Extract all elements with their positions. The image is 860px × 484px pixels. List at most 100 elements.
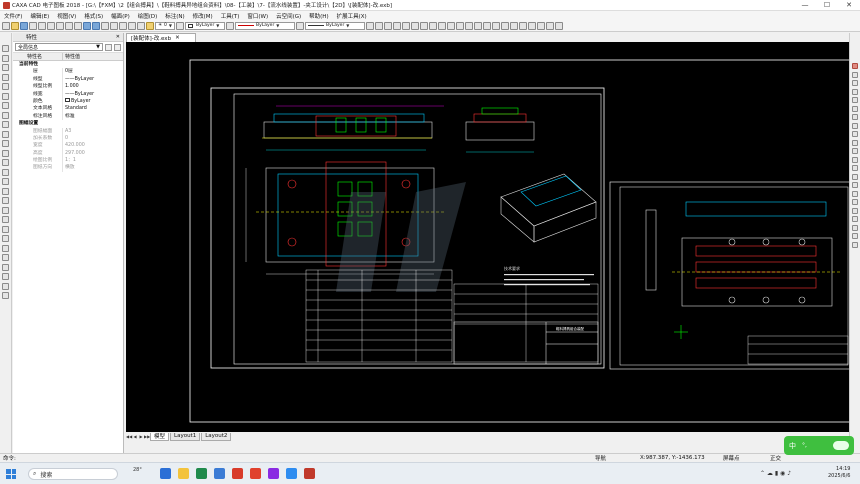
spline-icon[interactable]: [2, 102, 9, 109]
break-tool-icon[interactable]: [2, 282, 9, 290]
color-select[interactable]: ByLayer ▼: [185, 21, 225, 30]
zoom-window-icon[interactable]: [110, 21, 118, 30]
command-prompt[interactable]: 命令:: [3, 454, 16, 462]
centerline-icon[interactable]: [2, 92, 9, 100]
menu-modify[interactable]: 修改(M): [189, 12, 217, 20]
select-objects-icon[interactable]: [114, 43, 121, 51]
menu-draw[interactable]: 绘图(D): [134, 12, 162, 20]
menu-view[interactable]: 视图(V): [53, 12, 80, 20]
property-value[interactable]: Standard: [63, 105, 123, 112]
angle-dim-icon[interactable]: [438, 21, 446, 30]
menu-tools[interactable]: 工具(T): [217, 12, 244, 20]
ortho-mode[interactable]: 正交: [770, 454, 781, 462]
property-value[interactable]: 标准: [63, 113, 123, 120]
property-value[interactable]: A3: [63, 128, 123, 135]
open-file-icon[interactable]: [11, 21, 19, 30]
scale-tool-icon[interactable]: [852, 114, 858, 120]
save-icon[interactable]: [20, 21, 28, 30]
erase-icon[interactable]: [2, 292, 9, 299]
extend-tool-icon[interactable]: [852, 131, 858, 137]
layer-select[interactable]: ☀ 0 ▼: [155, 21, 175, 30]
copy-icon[interactable]: [56, 21, 64, 30]
ole-object-icon[interactable]: [555, 21, 563, 30]
edit-text-icon[interactable]: [852, 207, 858, 214]
menu-window[interactable]: 窗口(W): [243, 12, 272, 20]
tolerance-icon[interactable]: [492, 21, 500, 30]
title-block-icon[interactable]: [420, 21, 428, 30]
dim-style-icon[interactable]: [375, 21, 383, 30]
taskbar-app-folder-icon[interactable]: [178, 468, 189, 479]
mirror-icon[interactable]: [2, 149, 9, 157]
tab-model[interactable]: 模型: [150, 432, 170, 441]
menu-extensions[interactable]: 扩展工具(X): [333, 12, 371, 20]
polygon-icon[interactable]: [2, 130, 9, 138]
taskbar-clock[interactable]: 14:19 2025/6/6: [828, 466, 850, 480]
property-value[interactable]: ——ByLayer: [63, 76, 123, 83]
frame-icon[interactable]: [411, 21, 419, 30]
weather-widget[interactable]: 28°: [133, 467, 142, 473]
array-icon[interactable]: [2, 197, 9, 204]
block-icon[interactable]: [537, 21, 545, 30]
property-value[interactable]: 横放: [63, 164, 123, 171]
trim-tool-icon[interactable]: [852, 122, 858, 129]
offset-icon[interactable]: [2, 140, 9, 147]
zoom-all-icon[interactable]: [119, 21, 127, 30]
taskbar-app-explorer-icon[interactable]: [160, 468, 171, 479]
snap-mode[interactable]: 屏幕点: [723, 454, 740, 462]
nav-mode[interactable]: 导航: [595, 454, 606, 462]
balloon-style-icon[interactable]: [402, 21, 410, 30]
property-value[interactable]: 0层: [63, 68, 123, 75]
dim-style-2-icon[interactable]: [384, 21, 392, 30]
close-icon[interactable]: ✕: [175, 35, 180, 41]
save-as-icon[interactable]: [29, 21, 37, 30]
rectangle-icon[interactable]: [2, 83, 9, 90]
roughness-icon[interactable]: [474, 21, 482, 30]
cut-icon[interactable]: [47, 21, 55, 30]
stretch-icon[interactable]: [2, 273, 9, 280]
redraw-icon[interactable]: [137, 21, 145, 30]
query-icon[interactable]: [852, 233, 858, 239]
dimension-tool-icon[interactable]: [2, 244, 9, 252]
lineweight-select[interactable]: ByLayer ▼: [305, 21, 365, 30]
ime-toggle[interactable]: [833, 441, 849, 450]
extend-icon[interactable]: [2, 168, 9, 176]
close-button[interactable]: ✕: [838, 0, 860, 11]
property-value[interactable]: 297.000: [63, 150, 123, 157]
menu-file[interactable]: 文件(F): [0, 12, 26, 20]
text-style-icon[interactable]: [366, 21, 374, 30]
ellipse-icon[interactable]: [528, 21, 536, 30]
drawing-canvas[interactable]: 技术要求 鞋料搏具组合装配: [126, 42, 849, 432]
properties-filter-select[interactable]: 全局信息 ▼: [15, 43, 103, 51]
hatch-icon[interactable]: [519, 21, 527, 30]
properties-icon[interactable]: [852, 216, 858, 222]
new-file-icon[interactable]: [2, 21, 10, 30]
layer-manager-icon[interactable]: [146, 21, 154, 30]
trim-icon[interactable]: [2, 159, 9, 166]
property-value[interactable]: 1.000: [63, 83, 123, 90]
offset-tool-icon[interactable]: [852, 105, 858, 112]
menu-help[interactable]: 帮助(H): [305, 12, 332, 20]
quick-select-icon[interactable]: [105, 43, 112, 51]
lengthen-icon[interactable]: [852, 165, 858, 171]
menu-dimension[interactable]: 标注(N): [161, 12, 188, 20]
taskbar-app-media-icon[interactable]: [268, 468, 279, 479]
maximize-button[interactable]: ☐: [816, 0, 838, 11]
taskbar-app-edge-icon[interactable]: [196, 468, 207, 479]
break-icon[interactable]: [501, 21, 509, 30]
hatch-tool-icon[interactable]: [2, 254, 9, 261]
break-point-icon[interactable]: [852, 156, 858, 163]
document-tab[interactable]: [装配体]-改.exb ✕: [126, 33, 196, 42]
menu-sheet[interactable]: 幅面(P): [107, 12, 134, 20]
ime-language[interactable]: 中: [789, 441, 796, 451]
explode-tool-icon[interactable]: [852, 182, 858, 188]
parts-list-icon[interactable]: [429, 21, 437, 30]
tab-layout2[interactable]: Layout2: [201, 432, 232, 441]
weld-symbol-icon[interactable]: [465, 21, 473, 30]
stretch-tool-icon[interactable]: [852, 199, 858, 205]
taskbar-app-qq-icon[interactable]: [286, 468, 297, 479]
redo-icon[interactable]: [92, 21, 100, 30]
ime-toolbar[interactable]: 中 °,: [784, 436, 854, 455]
rotate-icon[interactable]: [2, 216, 9, 223]
menu-cloud[interactable]: 云空间(G): [272, 12, 305, 20]
match-props-icon[interactable]: [74, 21, 82, 30]
